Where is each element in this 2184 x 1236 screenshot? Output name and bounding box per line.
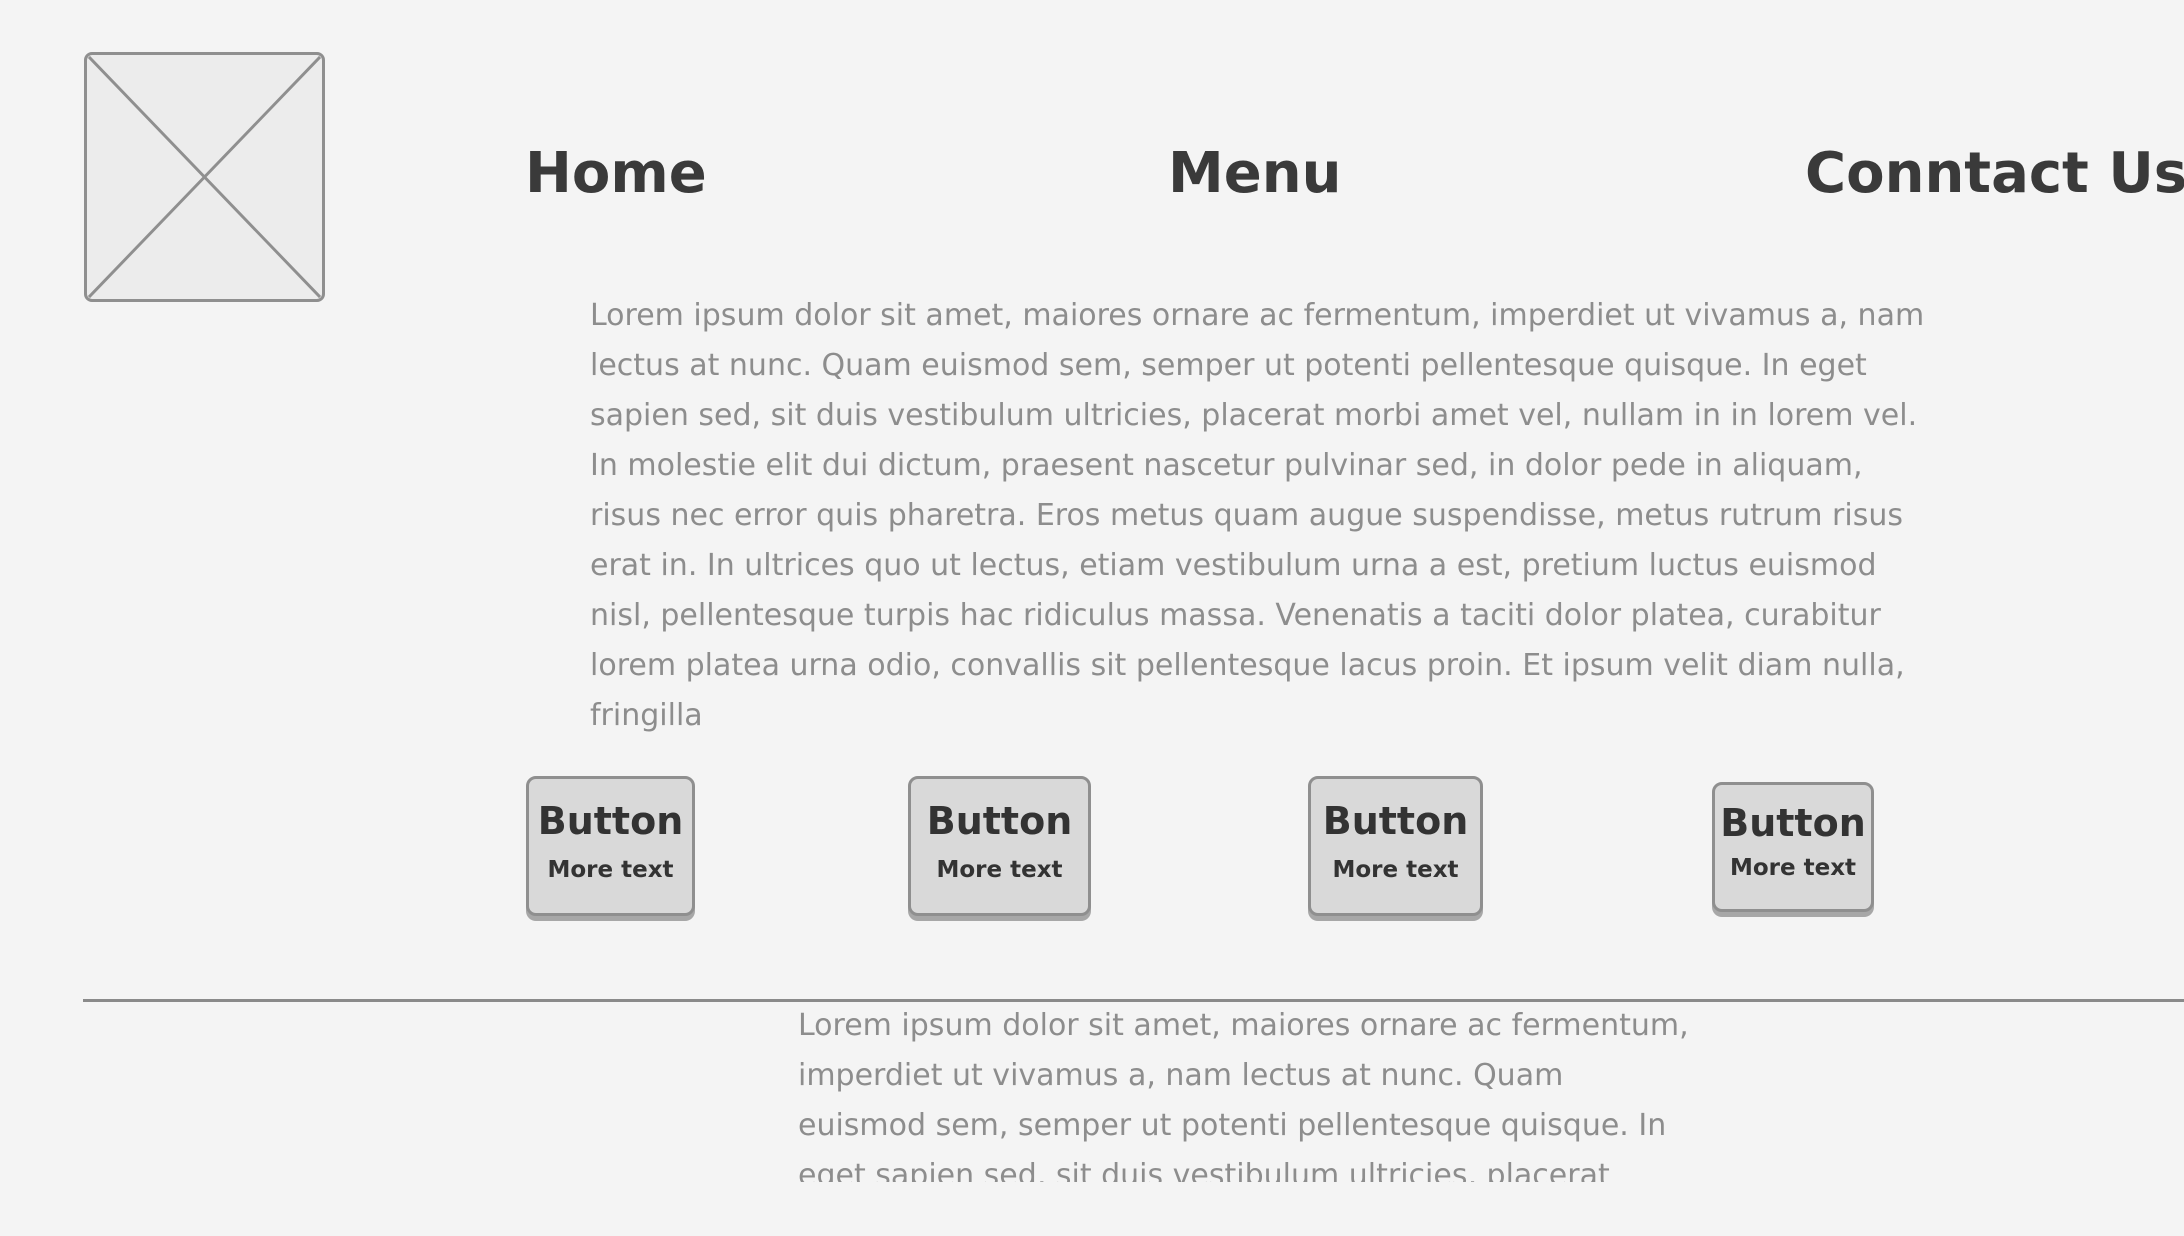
nav-home-link[interactable]: Home: [525, 140, 707, 208]
button-3[interactable]: Button More text: [1308, 776, 1483, 916]
button-2-subtext: More text: [936, 857, 1063, 883]
footer-text-area: Lorem ipsum dolor sit amet, maiores orna…: [798, 1000, 1698, 1182]
intro-paragraph: Lorem ipsum dolor sit amet, maiores orna…: [590, 298, 1925, 733]
button-2[interactable]: Button More text: [908, 776, 1091, 916]
button-4-title: Button: [1720, 801, 1866, 845]
footer-paragraph: Lorem ipsum dolor sit amet, maiores orna…: [798, 1008, 1689, 1182]
nav-contact-link[interactable]: Conntact Us: [1805, 140, 2184, 208]
button-4-subtext: More text: [1729, 855, 1857, 881]
button-1-title: Button: [537, 799, 684, 843]
button-1[interactable]: Button More text: [526, 776, 695, 916]
button-1-subtext: More text: [547, 857, 674, 883]
button-2-title: Button: [926, 799, 1073, 843]
button-3-subtext: More text: [1332, 857, 1459, 883]
button-3-title: Button: [1322, 799, 1469, 843]
button-4[interactable]: Button More text: [1712, 782, 1874, 912]
logo-placeholder: [84, 52, 325, 302]
nav-menu-link[interactable]: Menu: [1168, 140, 1341, 208]
image-placeholder-icon: [87, 55, 322, 299]
